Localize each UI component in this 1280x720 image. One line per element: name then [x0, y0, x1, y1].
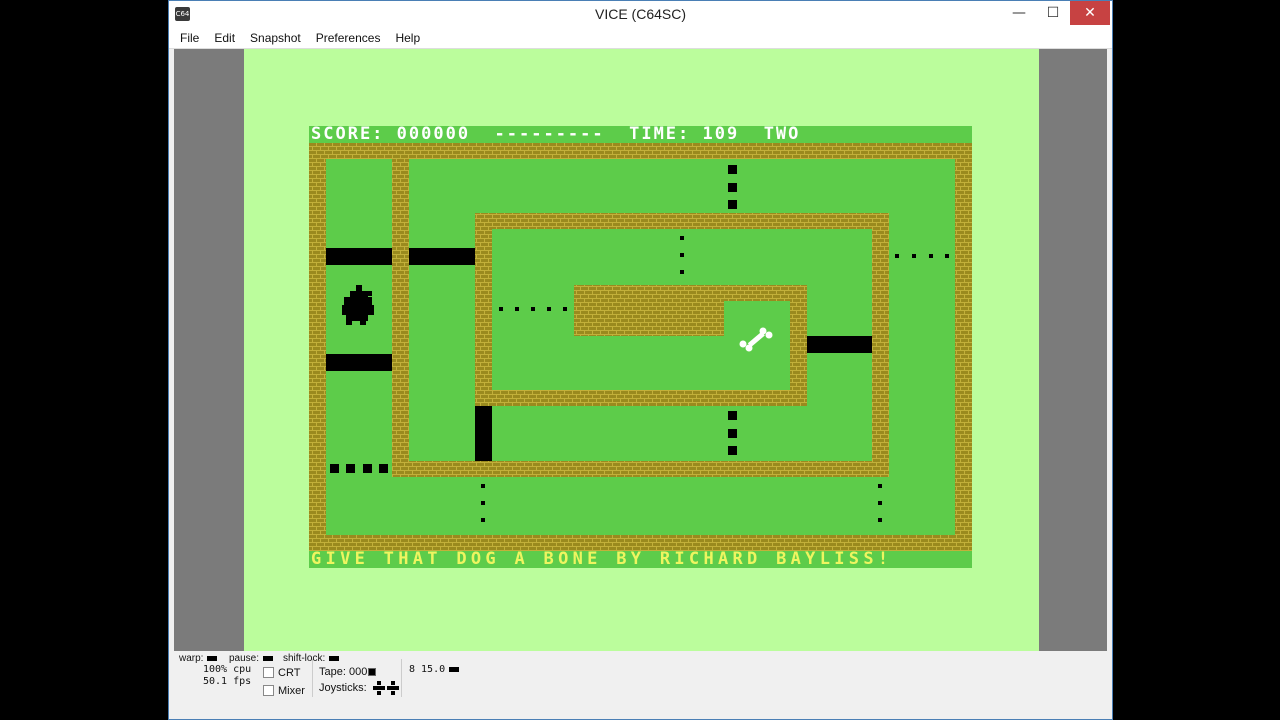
menu-edit[interactable]: Edit	[209, 29, 240, 45]
menu-file[interactable]: File	[175, 29, 204, 45]
warp-led	[207, 655, 218, 661]
status-separator	[312, 659, 313, 697]
minimize-button[interactable]: —	[1002, 1, 1036, 25]
pause-led	[263, 655, 274, 661]
joysticks-status[interactable]: Joysticks:	[319, 681, 401, 695]
tape-label: Tape:	[319, 666, 346, 678]
cpu-readout: 100% cpu	[203, 664, 252, 675]
crt-label: CRT	[278, 667, 301, 679]
menu-help[interactable]: Help	[390, 29, 425, 45]
window-title: VICE (C64SC)	[594, 6, 687, 22]
tape-counter: 000	[348, 666, 368, 678]
menu-preferences[interactable]: Preferences	[311, 29, 386, 45]
menu-bar: File Edit Snapshot Preferences Help	[169, 29, 1112, 49]
vice-window: C64 VICE (C64SC) — ☐ ✕ File Edit Snapshot P…	[168, 0, 1113, 720]
shift-lock-label: shift-lock:	[283, 653, 326, 664]
tape-status[interactable]: Tape: 000	[319, 666, 377, 678]
c64-border: SCORE: 000000 --------- TIME: 109 TWO GI…	[244, 49, 1039, 651]
mixer-label: Mixer	[278, 685, 305, 697]
game-playfield: SCORE: 000000 --------- TIME: 109 TWO GI…	[309, 126, 972, 569]
status-bar: warp: pause: shift-lock: 100% cpu 50.1 f…	[169, 651, 1112, 713]
maze-graphics	[309, 143, 972, 551]
pause-label: pause:	[229, 653, 260, 664]
close-button[interactable]: ✕	[1070, 1, 1110, 25]
warp-label: warp:	[179, 653, 204, 664]
pause-indicator[interactable]: pause:	[229, 653, 274, 664]
credits-banner: GIVE THAT DOG A BONE BY RICHARD BAYLISS!	[309, 551, 972, 568]
status-separator-2	[401, 659, 402, 697]
maximize-button[interactable]: ☐	[1036, 1, 1070, 25]
score-time-hud: SCORE: 000000 --------- TIME: 109 TWO	[309, 126, 972, 143]
drive-track-readout: 8 15.0	[409, 664, 446, 675]
shift-lock-led	[329, 655, 340, 661]
title-bar[interactable]: C64 VICE (C64SC) — ☐ ✕	[169, 1, 1112, 29]
menu-snapshot[interactable]: Snapshot	[245, 29, 306, 45]
emulator-screen[interactable]: SCORE: 000000 --------- TIME: 109 TWO GI…	[174, 49, 1107, 651]
joystick-icon	[372, 681, 399, 695]
joysticks-label: Joysticks:	[319, 681, 367, 694]
warp-indicator[interactable]: warp:	[179, 653, 218, 664]
fps-readout: 50.1 fps	[203, 676, 252, 687]
drive-status[interactable]: 8 15.0	[409, 664, 460, 675]
drive-led	[449, 666, 460, 672]
crt-checkbox[interactable]	[263, 667, 274, 678]
tape-motor-icon	[368, 668, 377, 677]
mixer-checkbox[interactable]	[263, 685, 274, 696]
